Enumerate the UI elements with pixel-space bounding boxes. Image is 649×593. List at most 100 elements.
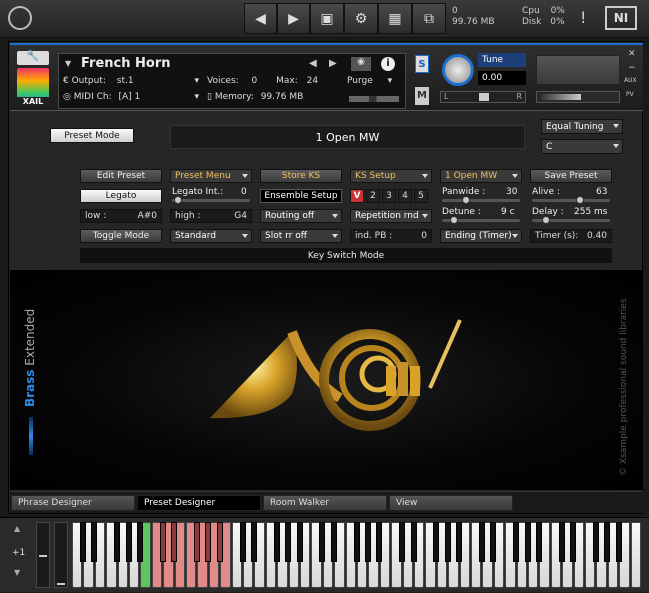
resize-icon[interactable]: ⧉ [412, 3, 446, 34]
info-icon[interactable]: i [381, 57, 395, 71]
alive-slider[interactable] [532, 196, 610, 204]
aux-label[interactable]: AUX [624, 77, 637, 84]
piano-keys[interactable] [72, 518, 642, 593]
piano-black-key[interactable] [296, 522, 303, 562]
piano-black-key[interactable] [478, 522, 485, 562]
octave-down-icon[interactable]: ▼ [14, 568, 20, 577]
volume-slider[interactable] [536, 91, 620, 103]
tab-phrase-designer[interactable]: Phrase Designer [11, 495, 135, 511]
piano-black-key[interactable] [615, 522, 622, 562]
warning-indicator[interactable]: ! [580, 8, 586, 27]
routing-dropdown[interactable]: Routing off [260, 209, 342, 223]
pitch-wheel[interactable] [36, 522, 50, 588]
piano-black-key[interactable] [171, 522, 178, 562]
octave-up-icon[interactable]: ▲ [14, 524, 20, 533]
purge-menu[interactable]: Purge ▾ [347, 76, 392, 86]
piano-black-key[interactable] [125, 522, 132, 562]
minimize-icon[interactable]: − [628, 63, 636, 73]
prev-instrument-button[interactable]: ◀ [244, 3, 277, 34]
key-dropdown[interactable]: C [541, 139, 623, 154]
kontakt-logo-icon[interactable] [8, 6, 32, 30]
piano-black-key[interactable] [91, 522, 98, 562]
piano-black-key[interactable] [364, 522, 371, 562]
pv-label[interactable]: PV [626, 91, 634, 98]
save-preset-button[interactable]: Save Preset [530, 169, 612, 183]
tab-preset-designer[interactable]: Preset Designer [137, 495, 261, 511]
piano-black-key[interactable] [114, 522, 121, 562]
ensemble-setup-button[interactable]: Ensemble Setup [260, 189, 342, 203]
ending-dropdown[interactable]: Ending (Timer) [440, 229, 522, 243]
piano-black-key[interactable] [330, 522, 337, 562]
piano-black-key[interactable] [159, 522, 166, 562]
piano-black-key[interactable] [592, 522, 599, 562]
ks-setup-dropdown[interactable]: KS Setup [350, 169, 432, 183]
piano-black-key[interactable] [433, 522, 440, 562]
piano-black-key[interactable] [193, 522, 200, 562]
next-instrument-button[interactable]: ▶ [277, 3, 310, 34]
piano-black-key[interactable] [513, 522, 520, 562]
low-key-field[interactable]: low : A#0 [80, 209, 162, 223]
piano-black-key[interactable] [558, 522, 565, 562]
piano-black-key[interactable] [399, 522, 406, 562]
layout-icon[interactable]: ▦ [378, 3, 412, 34]
piano-black-key[interactable] [456, 522, 463, 562]
edit-preset-button[interactable]: Edit Preset [80, 169, 162, 183]
preset-mode-button[interactable]: Preset Mode [50, 128, 134, 143]
ni-logo[interactable]: NI [605, 6, 637, 30]
output-selector[interactable]: € Output: st.1 ▾ [63, 76, 199, 86]
tab-room-walker[interactable]: Room Walker [263, 495, 387, 511]
toggle-mode-button[interactable]: Toggle Mode [80, 229, 162, 243]
tuning-dropdown[interactable]: Equal Tuning [541, 119, 623, 134]
piano-black-key[interactable] [205, 522, 212, 562]
legato-button[interactable]: Legato [80, 189, 162, 203]
legato-int-slider[interactable] [172, 196, 250, 204]
piano-black-key[interactable] [216, 522, 223, 562]
solo-button[interactable]: S [415, 55, 429, 73]
delay-slider[interactable] [532, 216, 610, 224]
panwide-slider[interactable] [442, 196, 520, 204]
preset-menu-dropdown[interactable]: Preset Menu [170, 169, 252, 183]
store-ks-button[interactable]: Store KS [260, 169, 342, 183]
piano-black-key[interactable] [376, 522, 383, 562]
detune-slider[interactable] [442, 216, 520, 224]
gear-icon[interactable]: ⚙ [344, 3, 378, 34]
piano-black-key[interactable] [273, 522, 280, 562]
piano-black-key[interactable] [535, 522, 542, 562]
midi-channel-selector[interactable]: ◎ MIDI Ch: [A] 1 ▾ [63, 92, 199, 102]
standard-dropdown[interactable]: Standard [170, 229, 252, 243]
tab-view[interactable]: View [389, 495, 513, 511]
close-icon[interactable]: ✕ [628, 49, 636, 59]
ks-slot-5[interactable]: 5 [414, 189, 428, 203]
piano-black-key[interactable] [285, 522, 292, 562]
pan-slider[interactable]: L R [440, 91, 526, 103]
mute-button[interactable]: M [415, 87, 429, 105]
next-preset-arrow[interactable]: ▶ [329, 58, 337, 69]
preset-display[interactable]: 1 Open MW [170, 125, 525, 149]
ks-slot-v[interactable]: V [350, 189, 364, 203]
mod-wheel[interactable] [54, 522, 68, 588]
slot-rr-dropdown[interactable]: Slot rr off [260, 229, 342, 243]
camera-icon[interactable]: ◉ [351, 57, 371, 71]
piano-black-key[interactable] [490, 522, 497, 562]
ks-slot-3[interactable]: 3 [382, 189, 396, 203]
piano-black-key[interactable] [570, 522, 577, 562]
piano-black-key[interactable] [524, 522, 531, 562]
piano-black-key[interactable] [79, 522, 86, 562]
prev-preset-arrow[interactable]: ◀ [309, 58, 317, 69]
piano-black-key[interactable] [444, 522, 451, 562]
tune-knob[interactable] [442, 54, 474, 86]
piano-black-key[interactable] [136, 522, 143, 562]
ks-slot-2[interactable]: 2 [366, 189, 380, 203]
piano-black-key[interactable] [604, 522, 611, 562]
piano-black-key[interactable] [239, 522, 246, 562]
save-icon[interactable]: ▣ [310, 3, 344, 34]
ks-slot-4[interactable]: 4 [398, 189, 412, 203]
ind-pb-field[interactable]: ind. PB : 0 [350, 229, 432, 243]
wrench-icon[interactable]: 🔧 [17, 51, 49, 65]
piano-black-key[interactable] [250, 522, 257, 562]
timer-field[interactable]: Timer (s): 0.40 [530, 229, 612, 243]
instrument-name[interactable]: French Horn [81, 56, 171, 71]
high-key-field[interactable]: high : G4 [170, 209, 252, 223]
piano-black-key[interactable] [410, 522, 417, 562]
piano-black-key[interactable] [319, 522, 326, 562]
